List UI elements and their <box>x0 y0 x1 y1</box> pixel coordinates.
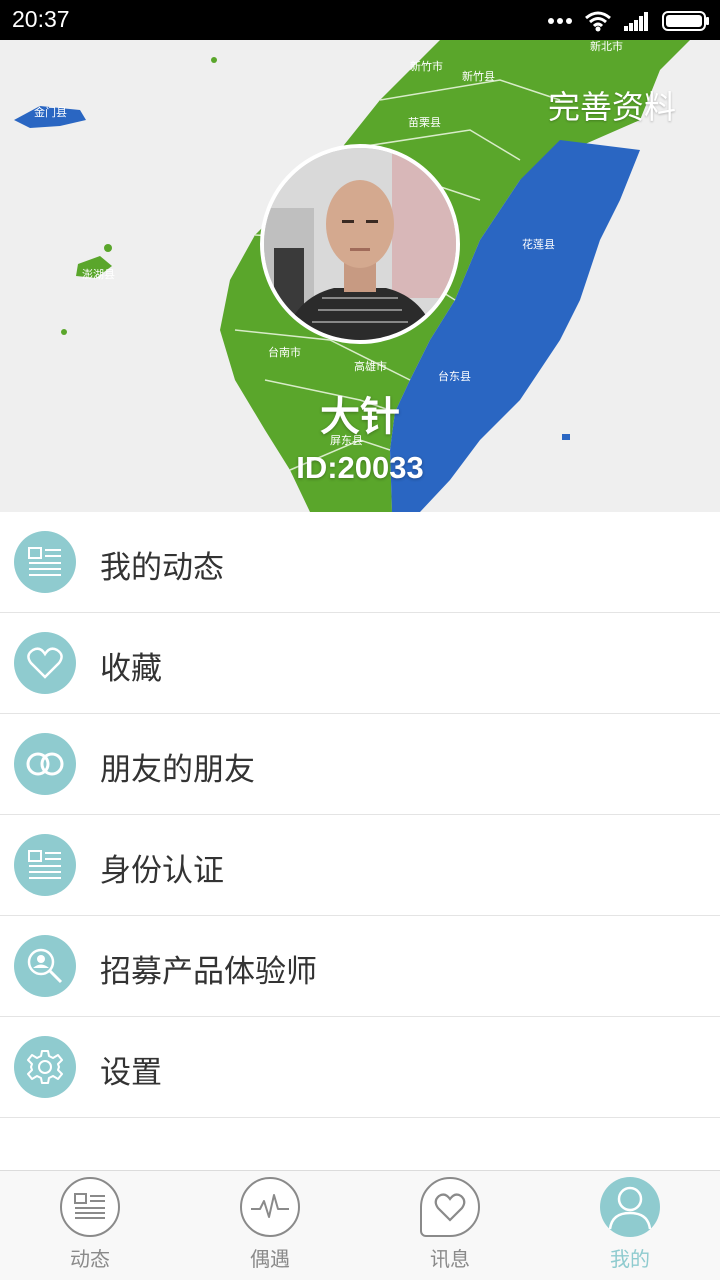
map-label: 澎湖县 <box>82 268 115 281</box>
user-search-icon <box>14 935 76 997</box>
map-label: 高雄市 <box>354 359 387 373</box>
menu-item-favorites[interactable]: 收藏 <box>0 613 720 714</box>
map-label: 新竹县 <box>462 69 495 83</box>
menu-item-label: 朋友的朋友 <box>100 752 255 788</box>
menu-item-label: 我的动态 <box>100 550 224 586</box>
more-dots-icon <box>548 18 572 24</box>
status-time: 20:37 <box>12 6 70 32</box>
menu-item-settings[interactable]: 设置 <box>0 1017 720 1118</box>
tab-encounter[interactable]: 偶遇 <box>180 1171 360 1280</box>
status-icons <box>548 8 710 34</box>
menu-item-recruit-testers[interactable]: 招募产品体验师 <box>0 916 720 1017</box>
map-label: 新北市 <box>590 40 623 53</box>
menu-item-my-posts[interactable]: 我的动态 <box>0 512 720 613</box>
menu-item-friends-of-friends[interactable]: 朋友的朋友 <box>0 714 720 815</box>
tab-label: 我的 <box>610 1247 650 1271</box>
tab-feed[interactable]: 动态 <box>0 1171 180 1280</box>
battery-icon <box>662 11 709 31</box>
map-label: 苗栗县 <box>408 116 441 129</box>
tab-label: 动态 <box>70 1247 110 1271</box>
tab-me[interactable]: 我的 <box>540 1171 720 1280</box>
menu-item-label: 设置 <box>100 1055 162 1091</box>
rings-icon <box>14 733 76 795</box>
nickname: 大针 <box>320 394 400 440</box>
menu-item-identity-verification[interactable]: 身份认证 <box>0 815 720 916</box>
map-label: 台南市 <box>268 345 301 359</box>
menu-item-label: 收藏 <box>100 651 162 687</box>
user-icon <box>600 1177 660 1237</box>
news-list-icon <box>14 531 76 593</box>
pulse-icon <box>240 1177 300 1237</box>
chat-heart-icon <box>420 1177 480 1237</box>
edit-profile-button[interactable]: 完善资料 <box>548 82 676 128</box>
status-bar: 20:37 <box>0 0 720 40</box>
map-label: 台东县 <box>438 369 471 383</box>
news-list-icon <box>60 1177 120 1237</box>
menu-item-label: 身份认证 <box>100 853 224 889</box>
bottom-tab-bar: 动态 偶遇 讯息 我的 <box>0 1170 720 1280</box>
profile-menu: 我的动态 收藏 朋友的朋友 身份认证 招募产品体验师 设置 <box>0 512 720 1118</box>
avatar[interactable] <box>260 144 460 344</box>
menu-item-label: 招募产品体验师 <box>100 954 317 990</box>
map-label: 金门县 <box>34 105 67 119</box>
tab-messages[interactable]: 讯息 <box>360 1171 540 1280</box>
map-label: 花莲县 <box>522 238 555 251</box>
gear-icon <box>14 1036 76 1098</box>
user-id: ID:20033 <box>296 450 424 485</box>
heart-icon <box>14 632 76 694</box>
map-label: 新竹市 <box>410 59 443 73</box>
signal-icon <box>624 12 648 31</box>
avatar-photo <box>264 148 456 340</box>
profile-header: 新北市 新竹市 新竹县 苗栗县 金门县 澎湖县 花莲县 台南市 高雄市 台东县 … <box>0 40 720 512</box>
tab-label: 偶遇 <box>250 1247 290 1271</box>
tab-label: 讯息 <box>430 1247 470 1271</box>
wifi-icon <box>585 11 611 32</box>
id-card-icon <box>14 834 76 896</box>
